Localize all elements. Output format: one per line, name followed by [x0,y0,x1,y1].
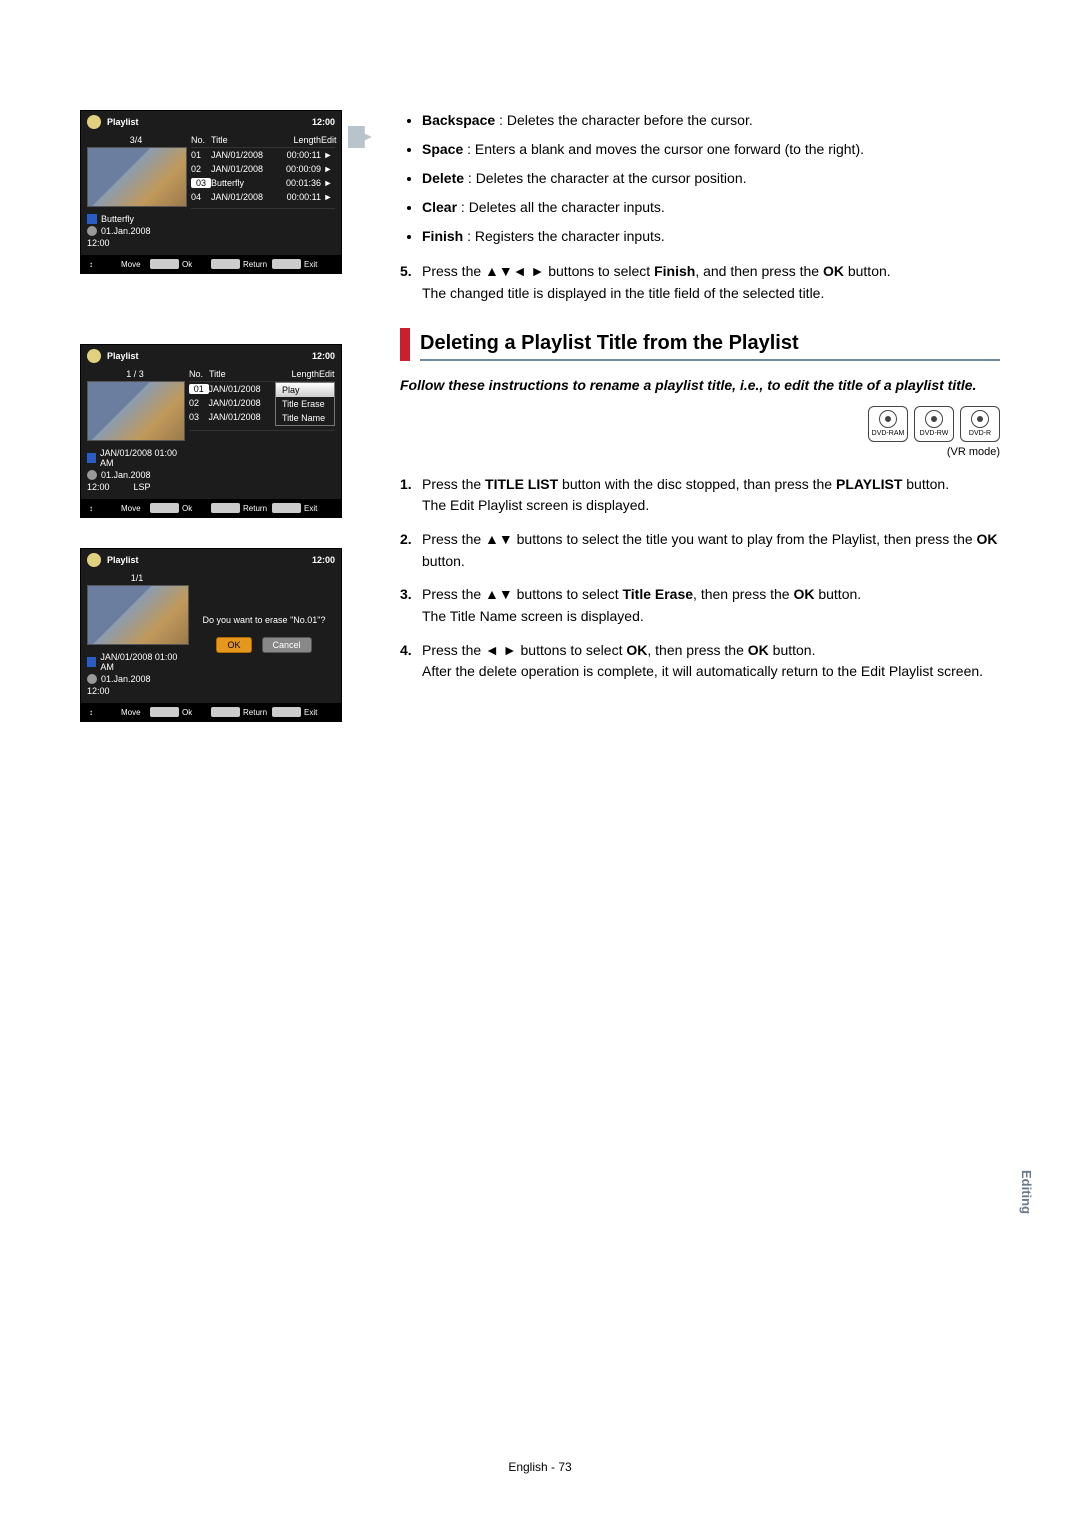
clock-icon [87,674,97,684]
mode-caption: (VR mode) [400,446,1000,458]
col-no: No. [189,369,209,379]
meta-date: 01.Jan.2008 [101,674,151,684]
foot-move: Move [121,708,150,717]
list-row-selected[interactable]: 03Butterfly00:01:36► [191,176,335,190]
foot-return: Return [243,708,272,717]
heading-marker [400,328,410,361]
ss-clock: 12:00 [312,351,335,361]
side-tab: Editing [1019,1170,1034,1214]
list-row-selected[interactable]: 01JAN/01/2008 [189,382,275,396]
bullet-finish: Finish : Registers the character inputs. [422,226,1000,247]
step-1: 1. Press the TITLE LIST button with the … [400,474,1000,517]
callout-arrow [348,126,372,148]
mode-dvd-ram: DVD-RAM [868,406,908,442]
meta-mode: LSP [134,482,151,492]
mode-indicators: DVD-RAM DVD-RW DVD-R (VR mode) [400,406,1000,458]
meta-time: 12:00 [87,686,110,696]
step-5: 5. Press the ▲▼◄ ► buttons to select Fin… [400,261,1000,304]
counter: 3/4 [87,133,185,147]
step-2: 2. Press the ▲▼ buttons to select the ti… [400,529,1000,572]
menu-play[interactable]: Play [276,383,334,397]
meta-name: Butterfly [101,214,134,224]
meta-name: JAN/01/2008 01:00 AM [100,448,183,468]
list-row[interactable]: 02JAN/01/2008 [189,396,275,410]
square-icon [87,214,97,224]
list-row[interactable]: 02JAN/01/200800:00:09► [191,162,335,176]
return-key-icon [211,259,240,269]
foot-ok: Ok [182,708,211,717]
list-row[interactable]: 04JAN/01/200800:00:11► [191,190,335,204]
thumbnail [87,147,187,207]
return-key-icon [211,503,240,513]
exit-key-icon [272,259,301,269]
ok-button[interactable]: OK [216,637,251,653]
ss-title: Playlist [107,351,139,361]
list-row[interactable]: 01JAN/01/200800:00:11► [191,148,335,162]
screenshot-erase-confirm: Playlist 12:00 1/1 JAN/01/2008 01:00 AM 0… [80,548,342,722]
col-edit: Edit [321,135,335,145]
bullet-delete: Delete : Deletes the character at the cu… [422,168,1000,189]
page-footer: English - 73 [0,1460,1080,1474]
disc-icon [87,115,101,129]
square-icon [87,453,96,463]
foot-return: Return [243,504,272,513]
foot-return: Return [243,260,272,269]
menu-title-name[interactable]: Title Name [276,411,334,425]
exit-key-icon [272,503,301,513]
col-title: Title [209,369,277,379]
disc-icon [87,553,101,567]
foot-exit: Exit [304,708,333,717]
foot-ok: Ok [182,504,211,513]
step-4: 4. Press the ◄ ► buttons to select OK, t… [400,640,1000,683]
col-length: Length [279,135,321,145]
confirm-message: Do you want to erase "No.01"? [203,615,326,625]
ok-key-icon [150,707,179,717]
exit-key-icon [272,707,301,717]
counter: 1/1 [87,571,187,585]
meta-time: 12:00 [87,482,110,492]
step-3: 3. Press the ▲▼ buttons to select Title … [400,584,1000,627]
menu-title-erase[interactable]: Title Erase [276,397,334,411]
ss-clock: 12:00 [312,555,335,565]
list-row[interactable]: 03JAN/01/2008 [189,410,275,424]
thumbnail [87,381,185,441]
foot-move: Move [121,504,150,513]
meta-time: 12:00 [87,238,110,248]
intro-text: Follow these instructions to rename a pl… [400,375,1000,395]
section-heading: Deleting a Playlist Title from the Playl… [400,328,1000,361]
return-key-icon [211,707,240,717]
screenshot-playlist-list: Playlist12:00 3/4 Butterfly 01.Jan.2008 … [80,110,342,274]
ss-title: Playlist [107,117,139,127]
foot-exit: Exit [304,260,333,269]
ss-title: Playlist [107,555,139,565]
col-edit: Edit [319,369,333,379]
meta-name: JAN/01/2008 01:00 AM [100,652,187,672]
clock-icon [87,470,97,480]
screenshot-playlist-menu: Playlist 12:00 1 / 3 JAN/01/2008 01:00 AM… [80,344,342,518]
foot-exit: Exit [304,504,333,513]
thumbnail [87,585,189,645]
clock-icon [87,226,97,236]
bullet-clear: Clear : Deletes all the character inputs… [422,197,1000,218]
col-length: Length [277,369,319,379]
meta-date: 01.Jan.2008 [101,226,151,236]
mode-dvd-r: DVD-R [960,406,1000,442]
ss-clock: 12:00 [312,117,335,127]
foot-move: Move [121,260,150,269]
bullet-backspace: Backspace : Deletes the character before… [422,110,1000,131]
foot-ok: Ok [182,260,211,269]
meta-date: 01.Jan.2008 [101,470,151,480]
col-no: No. [191,135,211,145]
bullet-space: Space : Enters a blank and moves the cur… [422,139,1000,160]
counter: 1 / 3 [87,367,183,381]
mode-dvd-rw: DVD-RW [914,406,954,442]
cancel-button[interactable]: Cancel [262,637,312,653]
col-title: Title [211,135,279,145]
heading-text: Deleting a Playlist Title from the Playl… [420,328,1000,361]
ok-key-icon [150,259,179,269]
disc-icon [87,349,101,363]
ok-key-icon [150,503,179,513]
square-icon [87,657,96,667]
